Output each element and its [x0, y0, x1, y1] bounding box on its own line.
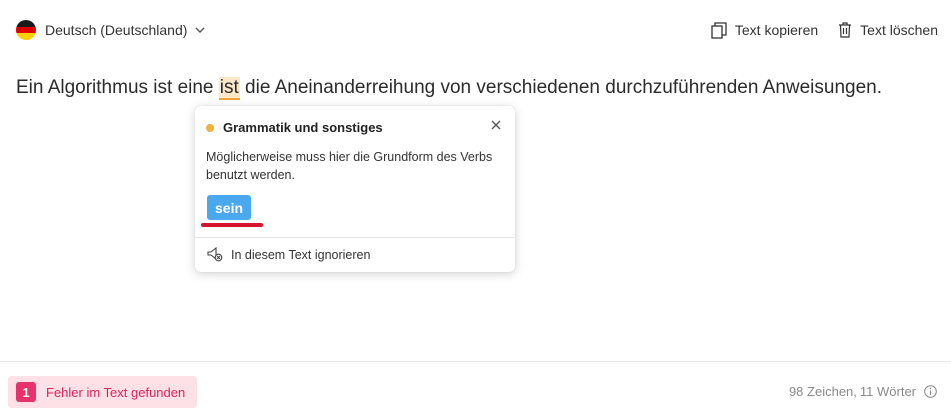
footer-divider — [0, 361, 951, 362]
text-segment: Ein Algorithmus ist eine — [16, 77, 219, 98]
grammar-checker-page: Deutsch (Deutschland) Text kopieren Text… — [0, 0, 951, 420]
annotation-underline — [201, 223, 263, 227]
chevron-down-icon — [195, 25, 205, 35]
category-dot-icon — [206, 123, 214, 132]
text-editor[interactable]: Ein Algorithmus ist eine ist die Aneinan… — [16, 77, 935, 100]
ignore-label: In diesem Text ignorieren — [231, 247, 371, 262]
copy-text-label: Text kopieren — [734, 22, 819, 38]
top-actions: Text kopieren Text löschen — [711, 19, 938, 41]
trash-icon — [839, 22, 852, 38]
popover-divider — [195, 237, 515, 238]
delete-text-button[interactable]: Text löschen — [838, 22, 938, 38]
char-count: 98 Zeichen, — [788, 384, 857, 399]
copy-text-button[interactable]: Text kopieren — [711, 21, 819, 39]
text-segment: die Aneinanderreihung von verschiedenen … — [239, 77, 883, 98]
delete-text-label: Text löschen — [860, 22, 938, 38]
suggestion-button[interactable]: sein — [207, 195, 252, 220]
errors-found-label: Fehler im Text gefunden — [46, 384, 186, 400]
popover-message: Möglicherweise muss hier die Grundform d… — [206, 150, 493, 182]
popover-category: Grammatik und sonstiges — [223, 120, 383, 135]
language-label: Deutsch (Deutschland) — [45, 22, 188, 38]
ignore-icon — [207, 247, 223, 262]
errors-found-badge[interactable]: 1 Fehler im Text gefunden — [8, 376, 198, 408]
word-count: 11 Wörter — [859, 384, 916, 399]
ignore-in-text-button[interactable]: In diesem Text ignorieren — [207, 247, 370, 262]
close-icon[interactable] — [489, 118, 503, 132]
text-statistics: 98 Zeichen, 11 Wörter — [789, 384, 937, 399]
info-icon[interactable] — [924, 385, 937, 398]
suggestion-popover: Grammatik und sonstiges Möglicherweise m… — [195, 106, 515, 272]
language-selector[interactable]: Deutsch (Deutschland) — [16, 19, 205, 41]
error-count: 1 — [16, 382, 36, 402]
germany-flag-icon — [16, 20, 36, 40]
error-highlight[interactable]: ist — [218, 77, 240, 100]
popover-header: Grammatik und sonstiges — [206, 120, 383, 135]
copy-icon — [711, 21, 727, 39]
